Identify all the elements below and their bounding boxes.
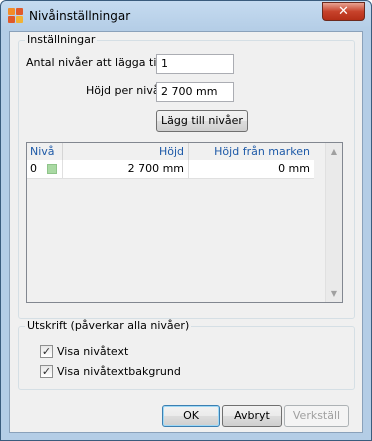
ok-button[interactable]: OK [162,405,220,427]
dialog-body: Inställningar Antal nivåer att lägga til… [9,31,363,433]
level-number: 0 [30,162,37,175]
levels-to-add-label: Antal nivåer att lägga till [26,56,163,69]
levels-to-add-input[interactable]: 1 [156,54,234,74]
cancel-button[interactable]: Avbryt [222,405,282,427]
close-icon: ✕ [338,4,349,19]
table-scrollbar[interactable]: ▲ ▼ [325,143,342,302]
show-level-text-background-label: Visa nivåtextbakgrund [57,365,181,378]
height-per-level-label: Höjd per nivå [86,84,160,97]
height-per-level-input[interactable]: 2 700 mm [156,82,234,102]
level-height-from-ground: 0 mm [278,162,310,175]
settings-group-title: Inställningar [25,33,98,46]
printout-group: Utskrift (påverkar alla nivåer) [18,319,355,390]
level-color-swatch[interactable] [47,164,57,174]
levels-table: Nivå Höjd Höjd från marken 0 2 700 mm 0 … [26,142,343,303]
show-level-text-label: Visa nivåtext [57,345,129,358]
levels-table-header: Nivå Höjd Höjd från marken [27,143,314,161]
add-levels-button[interactable]: Lägg till nivåer [156,110,248,132]
printout-group-title: Utskrift (påverkar alla nivåer) [25,319,192,332]
dialog-window: Nivåinställningar ✕ Inställningar Antal … [0,0,372,441]
title-bar[interactable]: Nivåinställningar ✕ [1,1,371,31]
checkmark-icon[interactable]: ✓ [40,365,53,378]
column-height[interactable]: Höjd [63,143,188,160]
window-title: Nivåinställningar [29,9,131,23]
close-button[interactable]: ✕ [322,2,365,21]
scroll-up-icon[interactable]: ▲ [326,143,342,160]
scroll-down-icon[interactable]: ▼ [326,285,342,302]
table-row[interactable]: 0 2 700 mm 0 mm [27,160,314,179]
checkmark-icon[interactable]: ✓ [40,345,53,358]
column-height-from-ground[interactable]: Höjd från marken [189,143,314,160]
levels-app-icon [8,8,24,24]
level-height[interactable]: 2 700 mm [63,160,188,177]
column-level[interactable]: Nivå [30,143,55,160]
apply-button[interactable]: Verkställ [284,405,349,427]
